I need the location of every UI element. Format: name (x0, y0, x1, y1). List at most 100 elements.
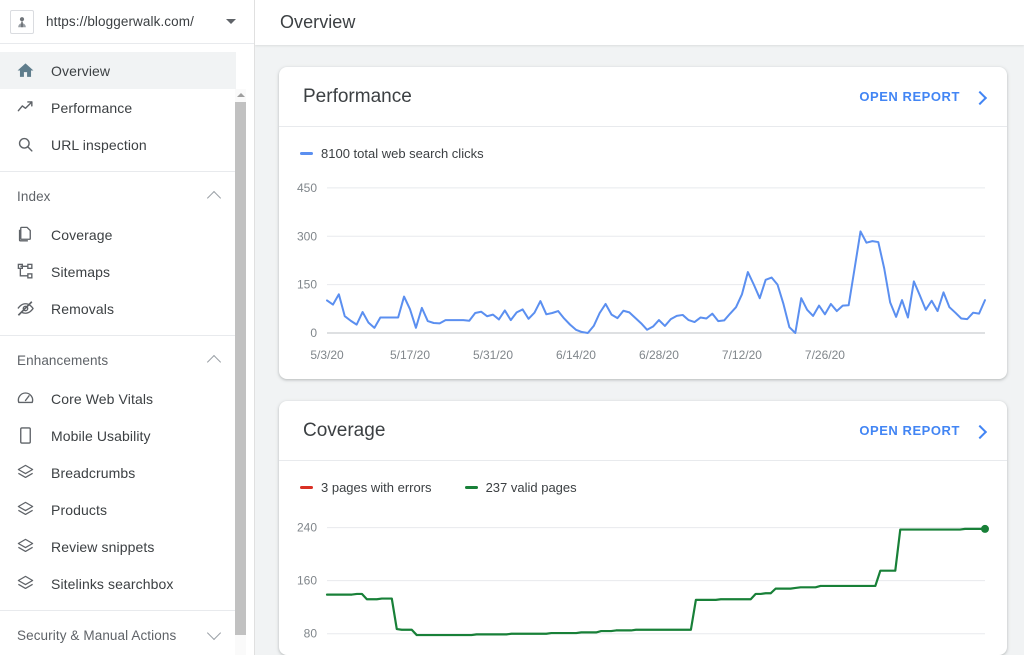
sidebar-scrollbar[interactable] (235, 89, 246, 655)
svg-text:450: 450 (297, 181, 317, 195)
sidebar-group-label: Index (17, 188, 51, 204)
sidebar-group-label: Enhancements (17, 352, 109, 368)
open-report-label: OPEN REPORT (859, 423, 960, 438)
sidebar-item-mobile-usability[interactable]: Mobile Usability (0, 417, 236, 454)
sidebar-item-label: URL inspection (51, 136, 147, 153)
svg-text:5/3/20: 5/3/20 (310, 348, 344, 362)
layers-icon (13, 498, 37, 522)
performance-card-header: Performance OPEN REPORT (279, 67, 1007, 127)
sidebar-item-label: Sitemaps (51, 263, 111, 280)
sidebar-item-label: Mobile Usability (51, 427, 151, 444)
chevron-up-icon[interactable] (208, 353, 222, 367)
sidebar-nav: Overview Performance URL inspection Inde… (0, 52, 254, 655)
eye-off-icon (13, 297, 37, 321)
layers-icon (13, 572, 37, 596)
divider (0, 610, 236, 611)
home-icon (13, 59, 37, 83)
coverage-chart-svg: 80 160 240 (297, 521, 989, 641)
open-report-label: OPEN REPORT (859, 89, 960, 104)
scrollbar-thumb[interactable] (235, 102, 246, 635)
svg-text:80: 80 (304, 627, 318, 641)
coverage-chart: 80 160 240 (279, 495, 1007, 655)
open-report-button-performance[interactable]: OPEN REPORT (859, 89, 987, 104)
sidebar-item-label: Overview (51, 62, 111, 79)
svg-text:160: 160 (297, 574, 317, 588)
sidebar-item-sitemaps[interactable]: Sitemaps (0, 253, 236, 290)
sidebar-item-performance[interactable]: Performance (0, 89, 236, 126)
legend-item-valid[interactable]: 237 valid pages (464, 480, 577, 495)
sidebar-item-label: Core Web Vitals (51, 390, 154, 407)
card-title: Performance (303, 85, 412, 107)
sidebar-group-index[interactable]: Index (0, 176, 236, 216)
performance-legend: 8100 total web search clicks (279, 127, 1007, 161)
property-url: https://bloggerwalk.com/ (46, 14, 194, 29)
performance-card: Performance OPEN REPORT 8100 total web s… (279, 67, 1007, 379)
sidebar-item-overview[interactable]: Overview (0, 52, 236, 89)
sidebar-item-breadcrumbs[interactable]: Breadcrumbs (0, 454, 236, 491)
svg-text:300: 300 (297, 229, 317, 243)
sidebar-item-label: Review snippets (51, 538, 155, 555)
divider (0, 335, 236, 336)
sidebar-group-label: Security & Manual Actions (17, 627, 177, 643)
layers-icon (13, 461, 37, 485)
pages-copy-icon (13, 223, 37, 247)
sidebar-item-sitelinks-searchbox[interactable]: Sitelinks searchbox (0, 565, 236, 602)
legend-label: 237 valid pages (485, 480, 577, 495)
speedometer-icon (13, 387, 37, 411)
sidebar-group-enhancements[interactable]: Enhancements (0, 340, 236, 380)
coverage-card: Coverage OPEN REPORT 3 pages with errors… (279, 401, 1007, 655)
chevron-right-icon (973, 424, 987, 438)
svg-text:6/14/20: 6/14/20 (556, 348, 596, 362)
scroll-up-arrow-icon[interactable] (235, 89, 246, 100)
sidebar-group-security-manual-actions[interactable]: Security & Manual Actions (0, 615, 236, 655)
content-scroll: Performance OPEN REPORT 8100 total web s… (255, 45, 1024, 655)
chevron-right-icon (973, 90, 987, 104)
sitemap-tree-icon (13, 260, 37, 284)
sidebar: https://bloggerwalk.com/ Overview Perfor… (0, 0, 255, 655)
layers-icon (13, 535, 37, 559)
legend-swatch (300, 152, 313, 155)
top-bar: Overview (255, 0, 1024, 45)
sidebar-item-label: Products (51, 501, 108, 518)
sidebar-item-label: Coverage (51, 226, 113, 243)
legend-item-errors[interactable]: 3 pages with errors (300, 480, 432, 495)
sidebar-item-label: Sitelinks searchbox (51, 575, 174, 592)
sidebar-item-coverage[interactable]: Coverage (0, 216, 236, 253)
legend-item-clicks[interactable]: 8100 total web search clicks (300, 146, 484, 161)
svg-text:5/17/20: 5/17/20 (390, 348, 430, 362)
coverage-card-header: Coverage OPEN REPORT (279, 401, 1007, 461)
divider (0, 171, 236, 172)
svg-text:0: 0 (310, 326, 317, 340)
card-title: Coverage (303, 419, 386, 441)
site-favicon-icon (10, 9, 34, 34)
search-console-app: https://bloggerwalk.com/ Overview Perfor… (0, 0, 1024, 655)
legend-label: 3 pages with errors (321, 480, 432, 495)
legend-swatch (300, 486, 313, 489)
svg-text:150: 150 (297, 278, 317, 292)
sidebar-item-url-inspection[interactable]: URL inspection (0, 126, 236, 163)
sidebar-item-removals[interactable]: Removals (0, 290, 236, 327)
sidebar-item-label: Performance (51, 99, 133, 116)
sidebar-item-core-web-vitals[interactable]: Core Web Vitals (0, 380, 236, 417)
sidebar-item-label: Breadcrumbs (51, 464, 136, 481)
svg-text:7/26/20: 7/26/20 (805, 348, 845, 362)
chevron-down-icon[interactable] (208, 628, 222, 642)
dropdown-caret-icon[interactable] (220, 11, 242, 33)
performance-chart-svg: 0 150 300 450 5/3/20 5/17/20 5/31/20 6/14/20 6/2… (297, 181, 986, 362)
svg-text:6/28/20: 6/28/20 (639, 348, 679, 362)
sidebar-item-label: Removals (51, 300, 115, 317)
main-area: Overview Performance OPEN REPORT 8100 to… (255, 0, 1024, 655)
trending-up-icon (13, 96, 37, 120)
legend-swatch (464, 486, 478, 489)
chevron-up-icon[interactable] (208, 189, 222, 203)
sidebar-nav-scroll-area: Overview Performance URL inspection Inde… (0, 44, 254, 655)
sidebar-item-products[interactable]: Products (0, 491, 236, 528)
open-report-button-coverage[interactable]: OPEN REPORT (859, 423, 987, 438)
property-selector[interactable]: https://bloggerwalk.com/ (0, 0, 254, 44)
svg-text:240: 240 (297, 521, 317, 535)
mobile-phone-icon (13, 424, 37, 448)
sidebar-item-review-snippets[interactable]: Review snippets (0, 528, 236, 565)
search-icon (13, 133, 37, 157)
svg-text:5/31/20: 5/31/20 (473, 348, 513, 362)
svg-text:7/12/20: 7/12/20 (722, 348, 762, 362)
